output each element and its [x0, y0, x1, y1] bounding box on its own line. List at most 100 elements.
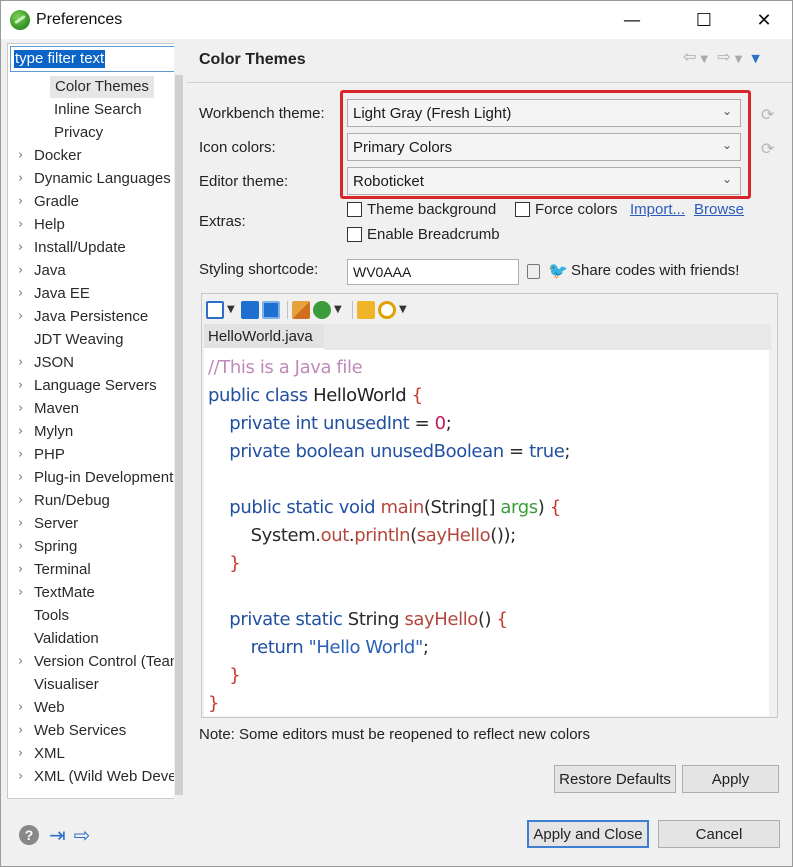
maximize-button[interactable]: ☐: [681, 1, 727, 39]
export-icon[interactable]: ⇨: [74, 823, 91, 847]
sidebar-item[interactable]: › JSON: [18, 352, 74, 374]
apply-button[interactable]: Apply: [682, 765, 779, 793]
sidebar-item[interactable]: › Run/Debug: [18, 490, 110, 512]
save-icon[interactable]: [241, 301, 259, 319]
styling-shortcode-field[interactable]: WV0AAA: [347, 259, 519, 285]
refresh-icon[interactable]: ⟳: [761, 105, 774, 124]
chevron-right-icon[interactable]: ›: [18, 352, 23, 374]
chevron-right-icon[interactable]: ›: [18, 720, 23, 742]
new-class-icon[interactable]: [313, 301, 331, 319]
help-icon[interactable]: ?: [19, 825, 39, 845]
back-arrow-icon[interactable]: ⇦: [683, 47, 696, 66]
sidebar-item[interactable]: JDT Weaving: [34, 329, 123, 351]
refresh-icon[interactable]: ⟳: [761, 139, 774, 158]
chevron-right-icon[interactable]: ›: [18, 651, 23, 673]
chevron-right-icon[interactable]: ›: [18, 306, 23, 328]
sidebar-item[interactable]: › Web Services: [18, 720, 126, 742]
chevron-right-icon[interactable]: ›: [18, 168, 23, 190]
chevron-right-icon[interactable]: ›: [18, 237, 23, 259]
view-menu-icon[interactable]: ▼: [751, 52, 759, 65]
code-token: =: [503, 441, 530, 462]
search-icon[interactable]: [378, 301, 396, 319]
chevron-right-icon[interactable]: ›: [18, 398, 23, 420]
chevron-right-icon[interactable]: ›: [18, 444, 23, 466]
sidebar-item[interactable]: › Mylyn: [18, 421, 73, 443]
minimize-button[interactable]: —: [609, 1, 655, 39]
import-link[interactable]: Import...: [630, 201, 685, 218]
sidebar-item[interactable]: › Version Control (Team): [18, 651, 174, 673]
chevron-right-icon[interactable]: ›: [18, 214, 23, 236]
chevron-right-icon[interactable]: ›: [18, 260, 23, 282]
cancel-button[interactable]: Cancel: [658, 820, 780, 848]
sidebar-item[interactable]: › Plug-in Development: [18, 467, 173, 489]
sidebar-item[interactable]: › Language Servers: [18, 375, 157, 397]
apply-and-close-button[interactable]: Apply and Close: [527, 820, 649, 848]
close-button[interactable]: ✕: [741, 1, 787, 39]
chevron-right-icon[interactable]: ›: [18, 743, 23, 765]
sidebar-item[interactable]: › XML (Wild Web Developer): [18, 766, 174, 788]
dropdown-icon[interactable]: ▼: [227, 301, 235, 319]
chevron-right-icon[interactable]: ›: [18, 536, 23, 558]
chevron-right-icon[interactable]: ›: [18, 582, 23, 604]
browse-link[interactable]: Browse: [694, 201, 744, 218]
chevron-right-icon[interactable]: ›: [18, 145, 23, 167]
chevron-right-icon[interactable]: ›: [18, 421, 23, 443]
sidebar-item[interactable]: › Java EE: [18, 283, 90, 305]
tab-helloworld-java[interactable]: HelloWorld.java: [204, 324, 324, 350]
sidebar-item[interactable]: › Maven: [18, 398, 79, 420]
forward-arrow-icon[interactable]: ⇨: [717, 47, 730, 66]
new-file-icon[interactable]: [206, 301, 224, 319]
back-menu-icon[interactable]: ▼: [700, 54, 708, 65]
enable-breadcrumb-checkbox[interactable]: Enable Breadcrumb: [347, 226, 500, 243]
sidebar-scrollbar[interactable]: [174, 43, 184, 799]
restore-defaults-button[interactable]: Restore Defaults: [554, 765, 676, 793]
sidebar-item[interactable]: Visualiser: [34, 674, 99, 696]
chevron-right-icon[interactable]: ›: [18, 467, 23, 489]
sidebar-item[interactable]: › TextMate: [18, 582, 95, 604]
chevron-right-icon[interactable]: ›: [18, 191, 23, 213]
sidebar-item[interactable]: Color Themes: [50, 76, 154, 98]
chevron-right-icon[interactable]: ›: [18, 283, 23, 305]
sidebar-item[interactable]: Validation: [34, 628, 99, 650]
checkbox-box[interactable]: [515, 202, 530, 217]
chevron-right-icon[interactable]: ›: [18, 559, 23, 581]
chevron-right-icon[interactable]: ›: [18, 375, 23, 397]
chevron-right-icon[interactable]: ›: [18, 766, 23, 788]
new-project-icon[interactable]: [292, 301, 310, 319]
sidebar-item[interactable]: › Gradle: [18, 191, 79, 213]
sidebar-item[interactable]: › XML: [18, 743, 65, 765]
chevron-right-icon[interactable]: ›: [18, 697, 23, 719]
sidebar-item[interactable]: › Server: [18, 513, 78, 535]
sidebar-item[interactable]: › Web: [18, 697, 65, 719]
checkbox-box[interactable]: [347, 227, 362, 242]
sidebar-item[interactable]: › Terminal: [18, 559, 91, 581]
sidebar-item[interactable]: › Docker: [18, 145, 82, 167]
import-icon[interactable]: ⇥: [49, 823, 66, 847]
sidebar-item[interactable]: › Help: [18, 214, 65, 236]
code-token: ): [537, 497, 550, 518]
sidebar-item[interactable]: › Java Persistence: [18, 306, 148, 328]
sidebar-item[interactable]: › Dynamic Languages: [18, 168, 171, 190]
sidebar-item[interactable]: › Install/Update: [18, 237, 126, 259]
sidebar-item[interactable]: Privacy: [54, 122, 103, 144]
clipboard-icon[interactable]: [527, 264, 540, 279]
sidebar-item-label: Run/Debug: [34, 492, 110, 509]
sidebar-item[interactable]: Inline Search: [54, 99, 142, 121]
dropdown-icon[interactable]: ▼: [334, 301, 342, 319]
open-type-icon[interactable]: [357, 301, 375, 319]
twitter-icon[interactable]: 🐦: [548, 261, 568, 280]
dropdown-icon[interactable]: ▼: [399, 301, 407, 319]
scrollbar-thumb[interactable]: [175, 75, 183, 795]
theme-background-checkbox[interactable]: Theme background: [347, 201, 496, 218]
chevron-right-icon[interactable]: ›: [18, 513, 23, 535]
sidebar-item[interactable]: › Java: [18, 260, 66, 282]
sidebar-item[interactable]: › Spring: [18, 536, 77, 558]
sidebar-item[interactable]: Tools: [34, 605, 69, 627]
force-colors-checkbox[interactable]: Force colors: [515, 201, 618, 218]
save-all-icon[interactable]: [262, 301, 280, 319]
forward-menu-icon[interactable]: ▼: [735, 54, 743, 65]
filter-input[interactable]: type filter text: [10, 46, 176, 72]
chevron-right-icon[interactable]: ›: [18, 490, 23, 512]
checkbox-box[interactable]: [347, 202, 362, 217]
sidebar-item[interactable]: › PHP: [18, 444, 65, 466]
